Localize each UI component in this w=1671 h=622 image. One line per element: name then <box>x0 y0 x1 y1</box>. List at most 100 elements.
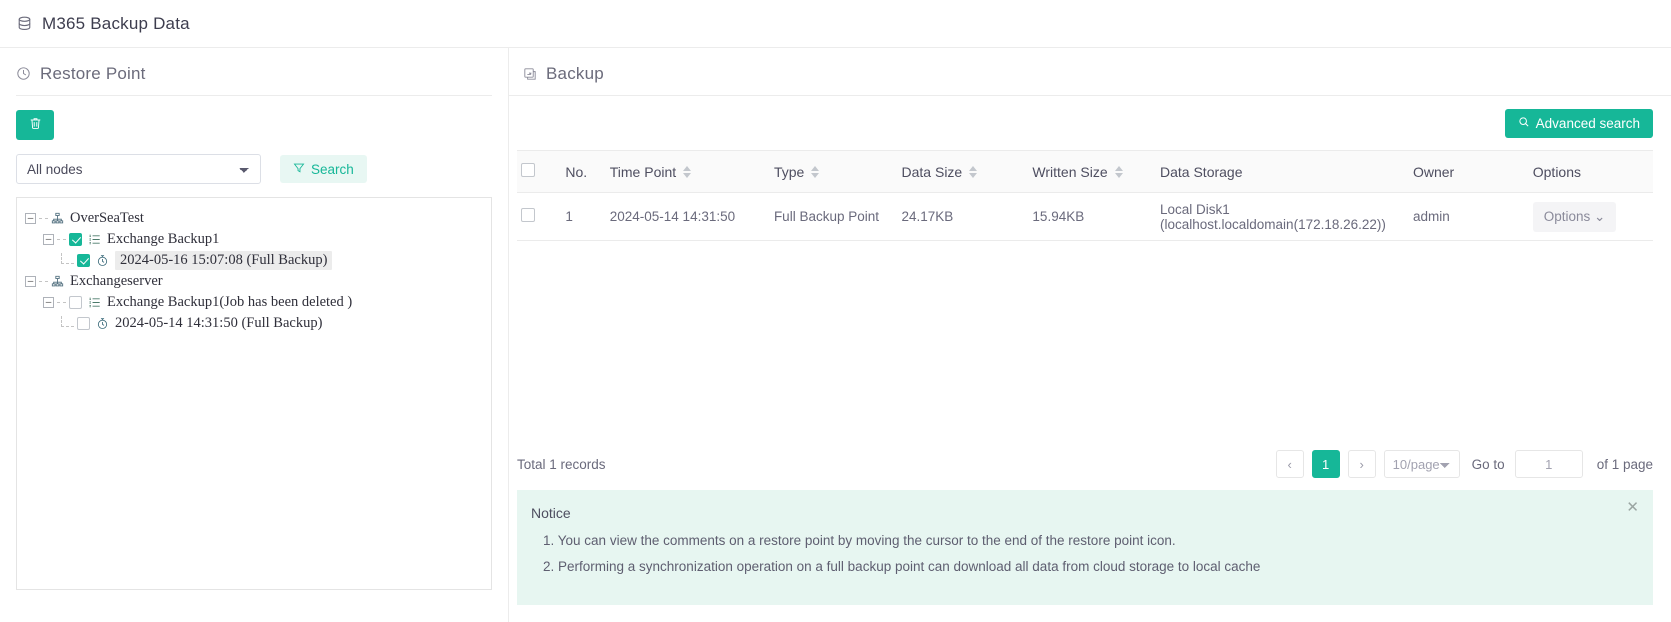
main-content: Restore Point All nodes <box>0 48 1671 622</box>
collapse-icon[interactable]: – <box>25 276 36 287</box>
row-options-button[interactable]: Options ⌄ <box>1533 202 1617 232</box>
search-button-label: Search <box>311 162 354 177</box>
cell-data-size: 24.17KB <box>898 193 1029 241</box>
tree-node-label: 2024-05-14 14:31:50 (Full Backup) <box>115 315 322 332</box>
th-time-point-label: Time Point <box>610 164 676 180</box>
search-icon <box>1518 116 1530 131</box>
advanced-search-label: Advanced search <box>1536 116 1640 131</box>
next-page-button[interactable]: › <box>1348 450 1376 478</box>
sort-icon[interactable] <box>1115 166 1123 178</box>
chevron-down-icon: ⌄ <box>1594 209 1605 224</box>
tree-node[interactable]: – Exchange Backup1(Job has been deleted … <box>25 292 483 313</box>
th-select <box>517 151 561 193</box>
tree-node[interactable]: 2024-05-16 15:07:08 (Full Backup) <box>25 250 483 271</box>
delete-restore-point-button[interactable] <box>16 110 54 140</box>
app-header: M365 Backup Data <box>0 0 1671 48</box>
tree-node[interactable]: – Exchange Backup1 <box>25 229 483 250</box>
tree-node-label: OverSeaTest <box>70 210 144 227</box>
row-options-label: Options <box>1544 209 1591 224</box>
sort-icon[interactable] <box>683 166 691 178</box>
cell-no: 1 <box>561 193 605 241</box>
collapse-icon[interactable]: – <box>25 213 36 224</box>
stopwatch-icon <box>96 254 109 267</box>
th-no-label: No. <box>565 164 587 180</box>
tree-checkbox[interactable] <box>77 254 90 267</box>
advanced-search-button[interactable]: Advanced search <box>1505 109 1653 138</box>
backup-panel: Backup Advanced search <box>509 48 1671 622</box>
close-icon[interactable]: ✕ <box>1626 500 1639 515</box>
sitemap-icon <box>51 212 64 225</box>
th-no: No. <box>561 151 605 193</box>
th-written-size[interactable]: Written Size <box>1028 151 1156 193</box>
tree-connector <box>39 218 48 219</box>
backup-title: Backup <box>546 64 604 84</box>
restore-point-tree[interactable]: – OverSeaTest – <box>16 197 492 590</box>
list-icon <box>88 296 101 309</box>
cell-select <box>517 193 561 241</box>
pagination: Total 1 records ‹ 1 › 10/page Go to of 1… <box>517 450 1653 478</box>
tree-node-label: Exchange Backup1 <box>107 231 219 248</box>
backup-icon <box>523 67 537 81</box>
prev-page-button[interactable]: ‹ <box>1276 450 1304 478</box>
notice-title: Notice <box>531 505 1635 521</box>
tree-connector <box>61 316 74 327</box>
divider <box>16 95 492 96</box>
th-options: Options <box>1529 151 1653 193</box>
notice-panel: ✕ Notice 1. You can view the comments on… <box>517 490 1653 605</box>
th-owner-label: Owner <box>1413 164 1454 180</box>
tree-checkbox[interactable] <box>69 296 82 309</box>
th-owner: Owner <box>1409 151 1529 193</box>
th-data-size-label: Data Size <box>902 164 963 180</box>
cell-data-storage: Local Disk1 (localhost.localdomain(172.1… <box>1156 193 1409 241</box>
filter-icon <box>293 162 305 177</box>
th-data-storage-label: Data Storage <box>1160 164 1243 180</box>
tree-connector <box>39 281 48 282</box>
sort-icon[interactable] <box>969 166 977 178</box>
tree-node-label: 2024-05-16 15:07:08 (Full Backup) <box>115 251 332 270</box>
search-button[interactable]: Search <box>280 155 367 183</box>
storage-name: Local Disk1 <box>1160 202 1230 217</box>
cell-options: Options ⌄ <box>1529 193 1653 241</box>
backup-toolbar: Advanced search <box>517 96 1653 150</box>
tree-node[interactable]: – Exchangeserver <box>25 271 483 292</box>
tree-checkbox[interactable] <box>77 317 90 330</box>
collapse-icon[interactable]: – <box>43 234 54 245</box>
th-data-size[interactable]: Data Size <box>898 151 1029 193</box>
goto-label: Go to <box>1472 457 1505 472</box>
goto-page-input[interactable] <box>1515 450 1583 478</box>
sort-icon[interactable] <box>811 166 819 178</box>
tree-connector <box>57 239 66 240</box>
row-checkbox[interactable] <box>521 208 535 222</box>
tree-node[interactable]: 2024-05-14 14:31:50 (Full Backup) <box>25 313 483 334</box>
restore-point-title: Restore Point <box>40 64 146 84</box>
tree-node[interactable]: – OverSeaTest <box>25 208 483 229</box>
th-written-size-label: Written Size <box>1032 164 1107 180</box>
table-header-row: No. Time Point Type <box>517 151 1653 193</box>
backup-header: Backup <box>517 48 1653 95</box>
page-size-select[interactable]: 10/page <box>1384 450 1460 478</box>
page-title: M365 Backup Data <box>42 14 190 34</box>
cell-time-point: 2024-05-14 14:31:50 <box>606 193 770 241</box>
list-icon <box>88 233 101 246</box>
th-options-label: Options <box>1533 164 1581 180</box>
node-select[interactable]: All nodes <box>16 154 261 184</box>
table-row[interactable]: 1 2024-05-14 14:31:50 Full Backup Point … <box>517 193 1653 241</box>
th-type[interactable]: Type <box>770 151 898 193</box>
stopwatch-icon <box>96 317 109 330</box>
tree-node-label: Exchange Backup1(Job has been deleted ) <box>107 294 352 311</box>
collapse-icon[interactable]: – <box>43 297 54 308</box>
sitemap-icon <box>51 275 64 288</box>
tree-connector <box>57 302 66 303</box>
restore-point-header: Restore Point <box>16 48 492 95</box>
of-pages-label: of 1 page <box>1597 457 1653 472</box>
clock-icon <box>16 66 31 81</box>
th-time-point[interactable]: Time Point <box>606 151 770 193</box>
trash-icon <box>28 116 43 134</box>
select-all-checkbox[interactable] <box>521 163 535 177</box>
cell-type: Full Backup Point <box>770 193 898 241</box>
page-1-button[interactable]: 1 <box>1312 450 1340 478</box>
notice-item: 2. Performing a synchronization operatio… <box>531 559 1635 574</box>
tree-checkbox[interactable] <box>69 233 82 246</box>
total-records-label: Total 1 records <box>517 457 606 472</box>
restore-point-panel: Restore Point All nodes <box>0 48 509 622</box>
